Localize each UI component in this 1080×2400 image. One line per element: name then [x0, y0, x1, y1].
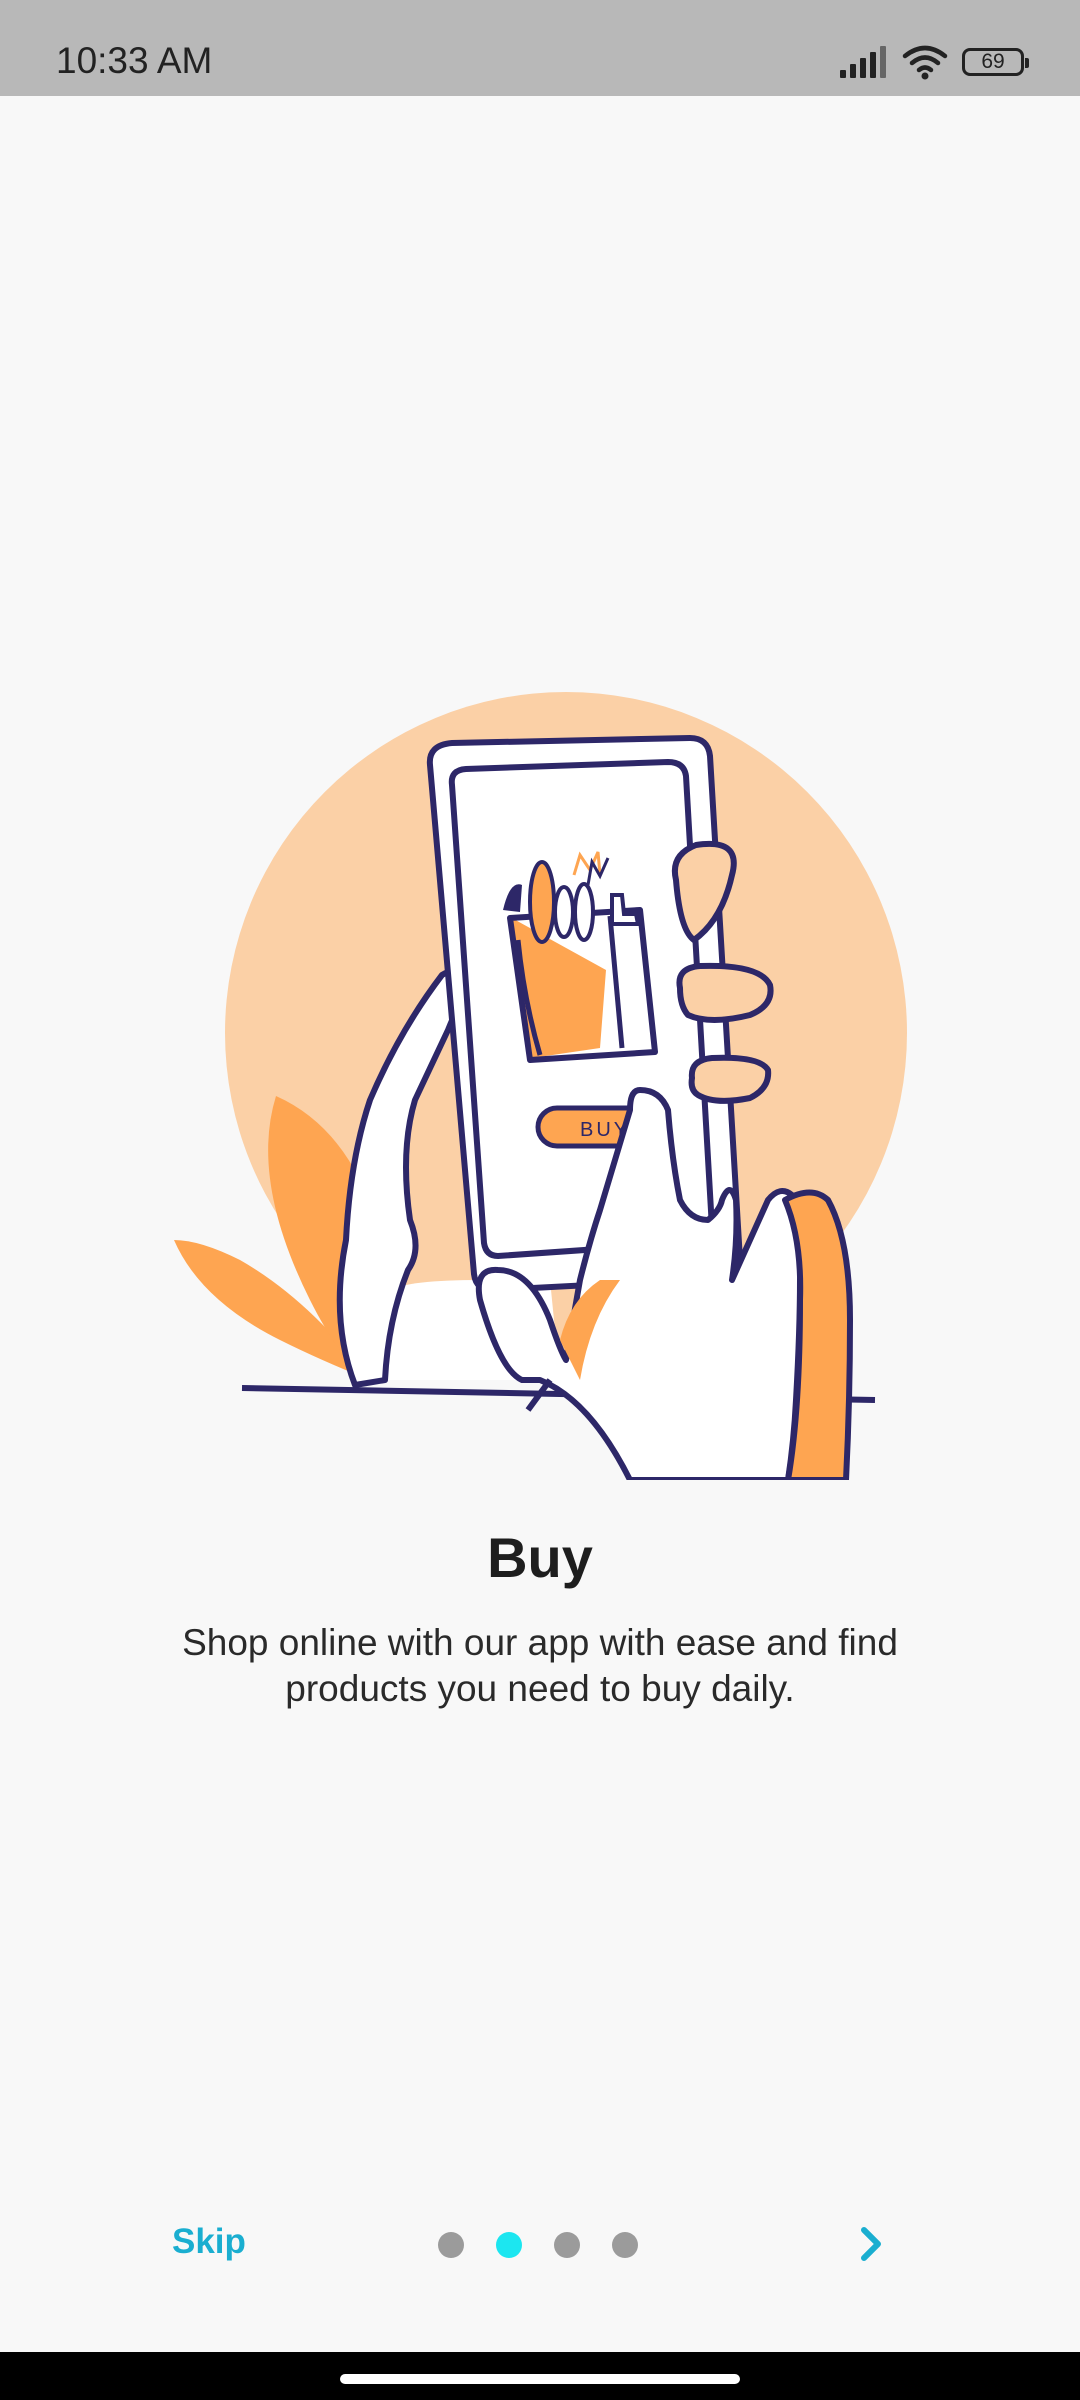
battery-level: 69 — [981, 50, 1005, 73]
page-dot-4[interactable] — [612, 2232, 638, 2258]
signal-icon — [840, 46, 886, 78]
page-dot-1[interactable] — [438, 2232, 464, 2258]
page-dot-3[interactable] — [554, 2232, 580, 2258]
navigation-bar — [0, 2352, 1080, 2400]
next-button[interactable] — [852, 2222, 892, 2266]
page-description: Shop online with our app with ease and f… — [182, 1622, 898, 1709]
status-time: 10:33 AM — [56, 40, 213, 81]
onboarding-screen: 10:33 AM 69 BUY Buy Shop online with our… — [0, 0, 1080, 2400]
page-indicator — [438, 2232, 638, 2258]
skip-button[interactable]: Skip — [172, 2222, 246, 2262]
battery-icon: 69 — [962, 48, 1029, 76]
home-indicator[interactable] — [340, 2374, 740, 2384]
wifi-icon — [902, 45, 948, 80]
status-bar: 10:33 AM 69 — [0, 0, 1080, 96]
chevron-right-icon — [861, 2227, 881, 2261]
page-dot-2-active[interactable] — [496, 2232, 522, 2258]
status-icons: 69 — [838, 44, 1029, 80]
page-title: Buy — [487, 1526, 593, 1589]
hand-holding-phone-illustration: BUY — [174, 692, 907, 1480]
